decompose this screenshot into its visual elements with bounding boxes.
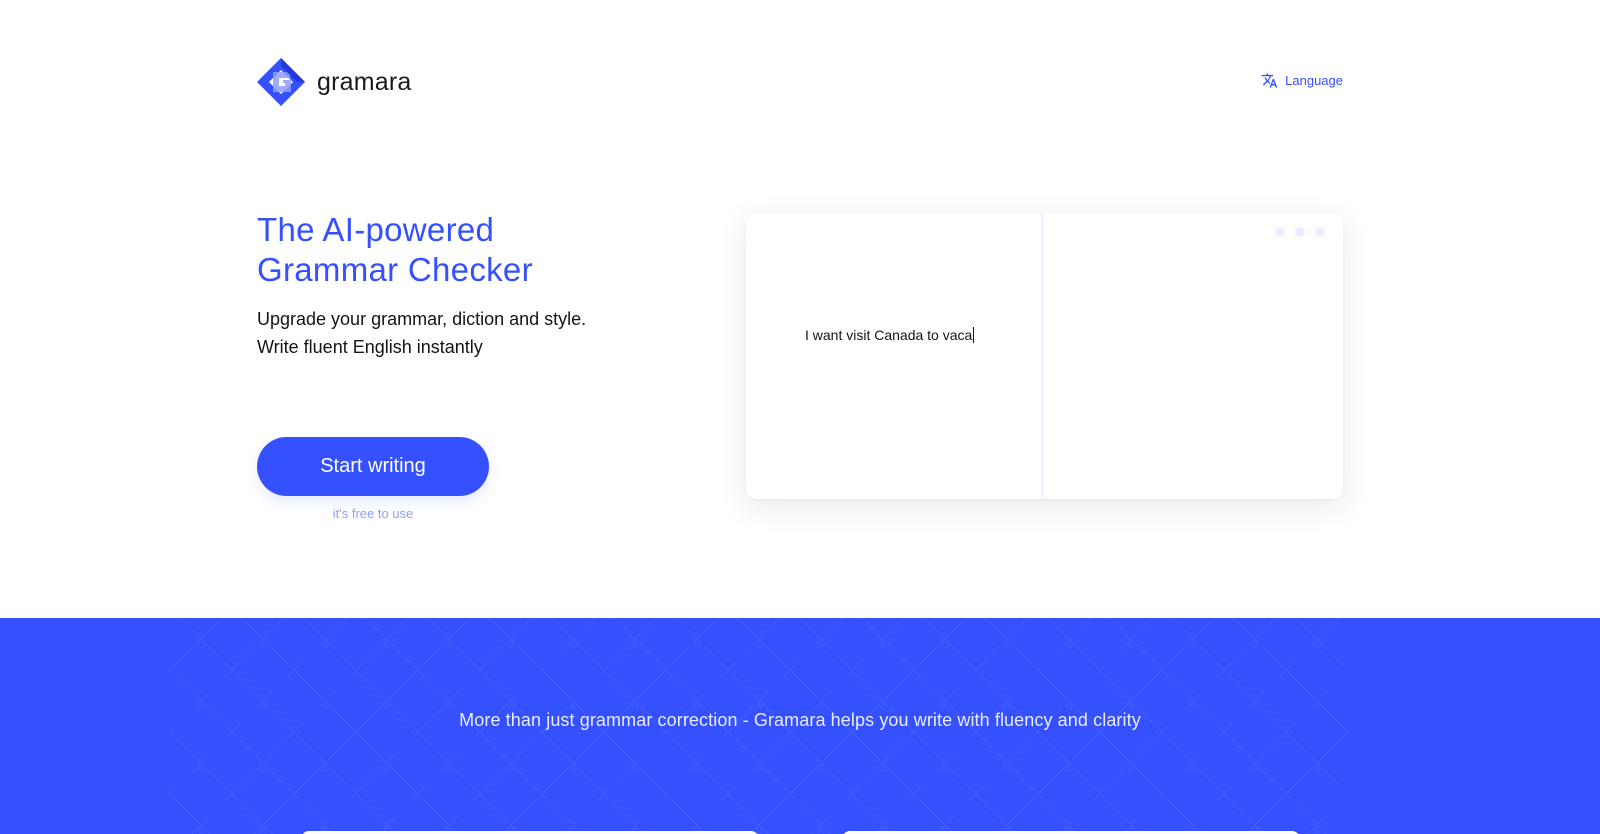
svg-text:R: R (322, 640, 329, 650)
svg-text:G: G (198, 826, 205, 834)
svg-text:G: G (632, 764, 639, 774)
svg-text:A: A (818, 640, 824, 650)
svg-text:R: R (1252, 640, 1259, 650)
svg-text:R: R (942, 764, 949, 774)
translate-icon (1261, 73, 1278, 88)
svg-text:R: R (384, 764, 391, 774)
svg-text:R: R (1128, 764, 1135, 774)
loading-dot (1275, 227, 1285, 237)
site-header: gramara Language (257, 58, 1343, 106)
svg-text:R: R (508, 640, 515, 650)
input-text-value: I want visit Canada to vaca (805, 327, 973, 343)
svg-text:A: A (818, 826, 824, 834)
svg-text:A: A (632, 640, 638, 650)
svg-text:A: A (1252, 764, 1258, 774)
gramara-logo-icon (257, 58, 305, 106)
svg-text:R: R (880, 640, 887, 650)
hero-subtitle: Upgrade your grammar, diction and style.… (257, 305, 586, 361)
language-label: Language (1285, 73, 1343, 88)
svg-text:A: A (260, 826, 266, 834)
svg-text:G: G (384, 640, 391, 650)
input-text[interactable]: I want visit Canada to vaca (805, 327, 975, 343)
svg-text:A: A (446, 640, 452, 650)
svg-text:G: G (1128, 640, 1135, 650)
svg-text:G: G (1314, 826, 1321, 834)
landing-page: gramara Language The AI-powered Grammar … (0, 0, 1600, 834)
svg-text:G: G (1004, 764, 1011, 774)
hero-title-line-1: The AI-powered (257, 211, 495, 248)
demo-editor-card: I want visit Canada to vaca (746, 213, 1343, 499)
loading-dots (1275, 227, 1325, 237)
svg-text:G: G (260, 764, 267, 774)
language-selector[interactable]: Language (1261, 72, 1343, 89)
svg-text:G: G (942, 640, 949, 650)
svg-text:A: A (880, 764, 886, 774)
svg-text:G: G (756, 640, 763, 650)
start-writing-button[interactable]: Start writing (257, 437, 489, 496)
brand-name: gramara (317, 67, 412, 96)
svg-text:A: A (508, 764, 514, 774)
svg-text:R: R (198, 764, 205, 774)
svg-text:G: G (1190, 764, 1197, 774)
hero-subtitle-line-2: Write fluent English instantly (257, 337, 483, 357)
hero-title: The AI-powered Grammar Checker (257, 210, 533, 290)
loading-dot (1295, 227, 1305, 237)
svg-text:G: G (570, 640, 577, 650)
svg-text:R: R (1066, 640, 1073, 650)
hero-subtitle-line-1: Upgrade your grammar, diction and style. (257, 309, 587, 329)
svg-text:A: A (322, 764, 328, 774)
svg-text:A: A (694, 764, 700, 774)
svg-text:G: G (446, 764, 453, 774)
svg-text:G: G (1314, 640, 1321, 650)
svg-text:A: A (1066, 764, 1072, 774)
hero-title-line-2: Grammar Checker (257, 251, 533, 288)
band-tagline: More than just grammar correction - Gram… (459, 710, 1141, 730)
svg-text:A: A (260, 640, 266, 650)
input-pane[interactable]: I want visit Canada to vaca (746, 213, 1043, 499)
output-pane (1044, 213, 1343, 499)
svg-text:R: R (756, 764, 763, 774)
svg-text:R: R (1314, 764, 1321, 774)
svg-text:R: R (694, 640, 701, 650)
svg-text:G: G (198, 640, 205, 650)
svg-text:R: R (570, 764, 577, 774)
svg-text:A: A (1190, 640, 1196, 650)
text-cursor (973, 327, 975, 343)
free-to-use-note: it's free to use (332, 506, 414, 521)
loading-dot (1315, 227, 1325, 237)
svg-text:A: A (1004, 640, 1010, 650)
svg-text:G: G (818, 764, 825, 774)
feature-band: G A R G A R G A R G A R G A R G A R G A R G A R G A R G A R G A R G A R G A R G… (0, 618, 1600, 834)
home-logo-link[interactable]: gramara (257, 58, 412, 106)
